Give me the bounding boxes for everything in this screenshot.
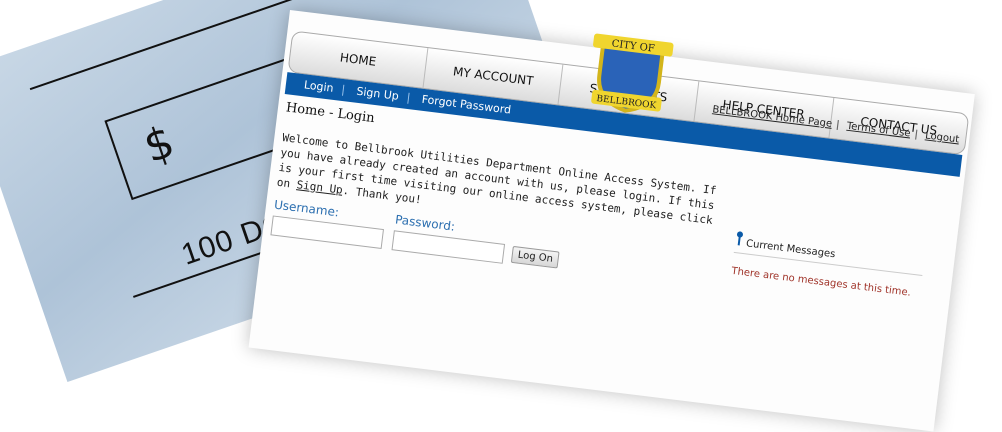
sign-up-link[interactable]: Sign Up <box>296 178 344 197</box>
pin-icon <box>736 231 743 246</box>
subnav-sign-up[interactable]: Sign Up <box>356 85 400 103</box>
welcome-text-part: Welcome to Bellbrook Utilities Departmen… <box>276 131 718 228</box>
current-messages-title: Current Messages <box>745 238 836 261</box>
password-label: Password: <box>394 212 456 234</box>
page-title: Home - Login <box>285 100 376 127</box>
log-on-button[interactable]: Log On <box>510 245 560 269</box>
username-input[interactable] <box>270 215 385 249</box>
webpage-screenshot: HOME MY ACCOUNT STATEMENTS HELP CENTER C… <box>248 10 975 432</box>
city-logo: CITY OF BELLBROOK <box>591 33 674 113</box>
password-input[interactable] <box>391 230 506 264</box>
subnav-login[interactable]: Login <box>303 78 334 95</box>
